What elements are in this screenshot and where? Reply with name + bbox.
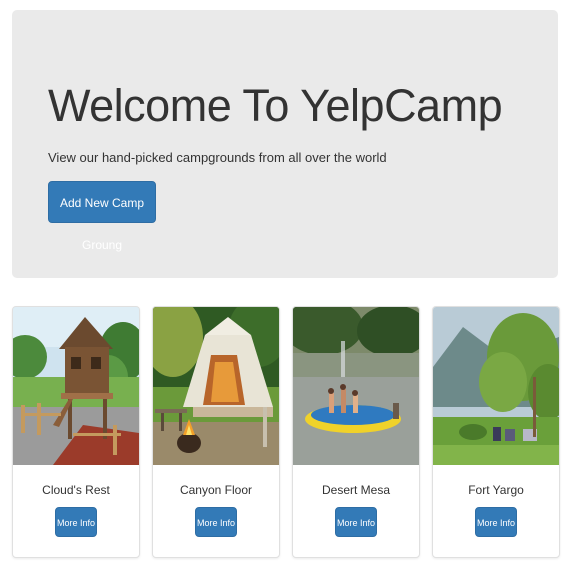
more-info-button[interactable]: More Info xyxy=(195,507,237,537)
campground-name: Canyon Floor xyxy=(179,483,253,497)
jumbotron: Welcome To YelpCamp View our hand-picked… xyxy=(12,10,558,278)
campground-image[interactable] xyxy=(13,307,139,465)
campground-image[interactable] xyxy=(293,307,419,465)
more-info-button[interactable]: More Info xyxy=(55,507,97,537)
campground-card: Cloud's Rest More Info xyxy=(12,306,140,558)
campground-name: Desert Mesa xyxy=(321,483,391,497)
more-info-button[interactable]: More Info xyxy=(475,507,517,537)
campground-image[interactable] xyxy=(153,307,279,465)
page-subtitle: View our hand-picked campgrounds from al… xyxy=(48,150,387,165)
campground-image[interactable] xyxy=(433,307,559,465)
campground-name: Fort Yargo xyxy=(468,483,524,497)
campground-card: Canyon Floor More Info xyxy=(152,306,280,558)
more-info-button[interactable]: More Info xyxy=(335,507,377,537)
campground-name: Cloud's Rest xyxy=(42,483,110,497)
campground-card: Desert Mesa More Info xyxy=(292,306,420,558)
page-title: Welcome To YelpCamp xyxy=(48,80,503,131)
add-new-campground-button[interactable]: Add New Camp Groung xyxy=(48,181,156,252)
campground-card: Fort Yargo More Info xyxy=(432,306,560,558)
